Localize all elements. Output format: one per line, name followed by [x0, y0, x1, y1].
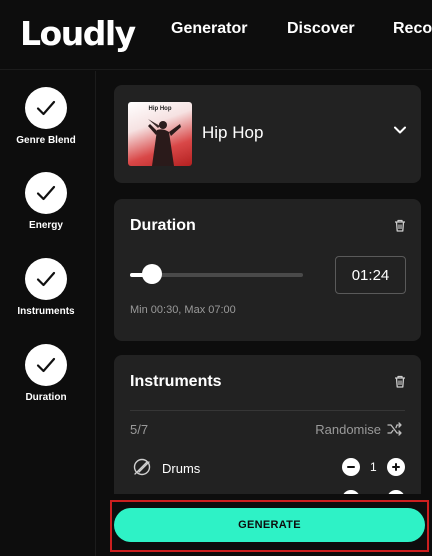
checkmark-icon: [25, 172, 67, 214]
instruments-title: Instruments: [130, 373, 222, 390]
step-genre-blend[interactable]: Genre Blend: [0, 87, 92, 146]
checkmark-icon: [25, 344, 67, 386]
increase-button[interactable]: [387, 458, 405, 476]
drum-icon: [132, 457, 152, 482]
duration-title: Duration: [130, 217, 196, 234]
shuffle-icon[interactable]: [387, 422, 403, 441]
instrument-count: 5/7: [130, 422, 149, 437]
divider: [130, 410, 405, 411]
step-label: Instruments: [17, 306, 75, 317]
decrease-button[interactable]: [342, 458, 360, 476]
duration-card: Duration 01:24 Min 00:30, Max 07:00: [114, 199, 421, 341]
generator-panel: Hip Hop Hip Hop Duration 01:24 Min 00:30…: [97, 71, 432, 556]
step-duration[interactable]: Duration: [0, 344, 92, 403]
checkmark-icon: [25, 258, 67, 300]
instrument-quantity: 1: [370, 460, 377, 474]
trash-icon[interactable]: [394, 219, 406, 237]
chevron-down-icon[interactable]: [393, 123, 407, 142]
genre-name: Hip Hop: [202, 123, 264, 142]
loudly-logo[interactable]: Loudly: [20, 14, 136, 53]
step-label: Energy: [29, 220, 63, 231]
trash-icon[interactable]: [394, 375, 406, 393]
step-instruments[interactable]: Instruments: [0, 258, 92, 317]
nav-discover[interactable]: Discover: [287, 20, 355, 38]
performer-image: [148, 119, 181, 166]
duration-input[interactable]: 01:24: [335, 256, 406, 294]
step-energy[interactable]: Energy: [0, 172, 92, 231]
checkmark-icon: [25, 87, 67, 129]
instrument-name: Drums: [162, 461, 201, 476]
step-label: Genre Blend: [16, 135, 76, 146]
generate-button[interactable]: GENERATE: [114, 508, 425, 542]
genre-thumbnail: Hip Hop: [128, 102, 192, 166]
duration-range-text: Min 00:30, Max 07:00: [130, 304, 236, 316]
nav-reco[interactable]: Reco: [393, 20, 432, 38]
steps-sidebar: Genre Blend Energy Instruments Duration: [0, 71, 96, 556]
step-label: Duration: [25, 392, 67, 403]
top-header: Loudly Generator Discover Reco: [0, 0, 432, 70]
randomise-button[interactable]: Randomise: [315, 422, 381, 437]
nav-generator[interactable]: Generator: [171, 20, 247, 38]
slider-handle[interactable]: [142, 264, 163, 284]
genre-selector[interactable]: Hip Hop Hip Hop: [114, 85, 421, 183]
